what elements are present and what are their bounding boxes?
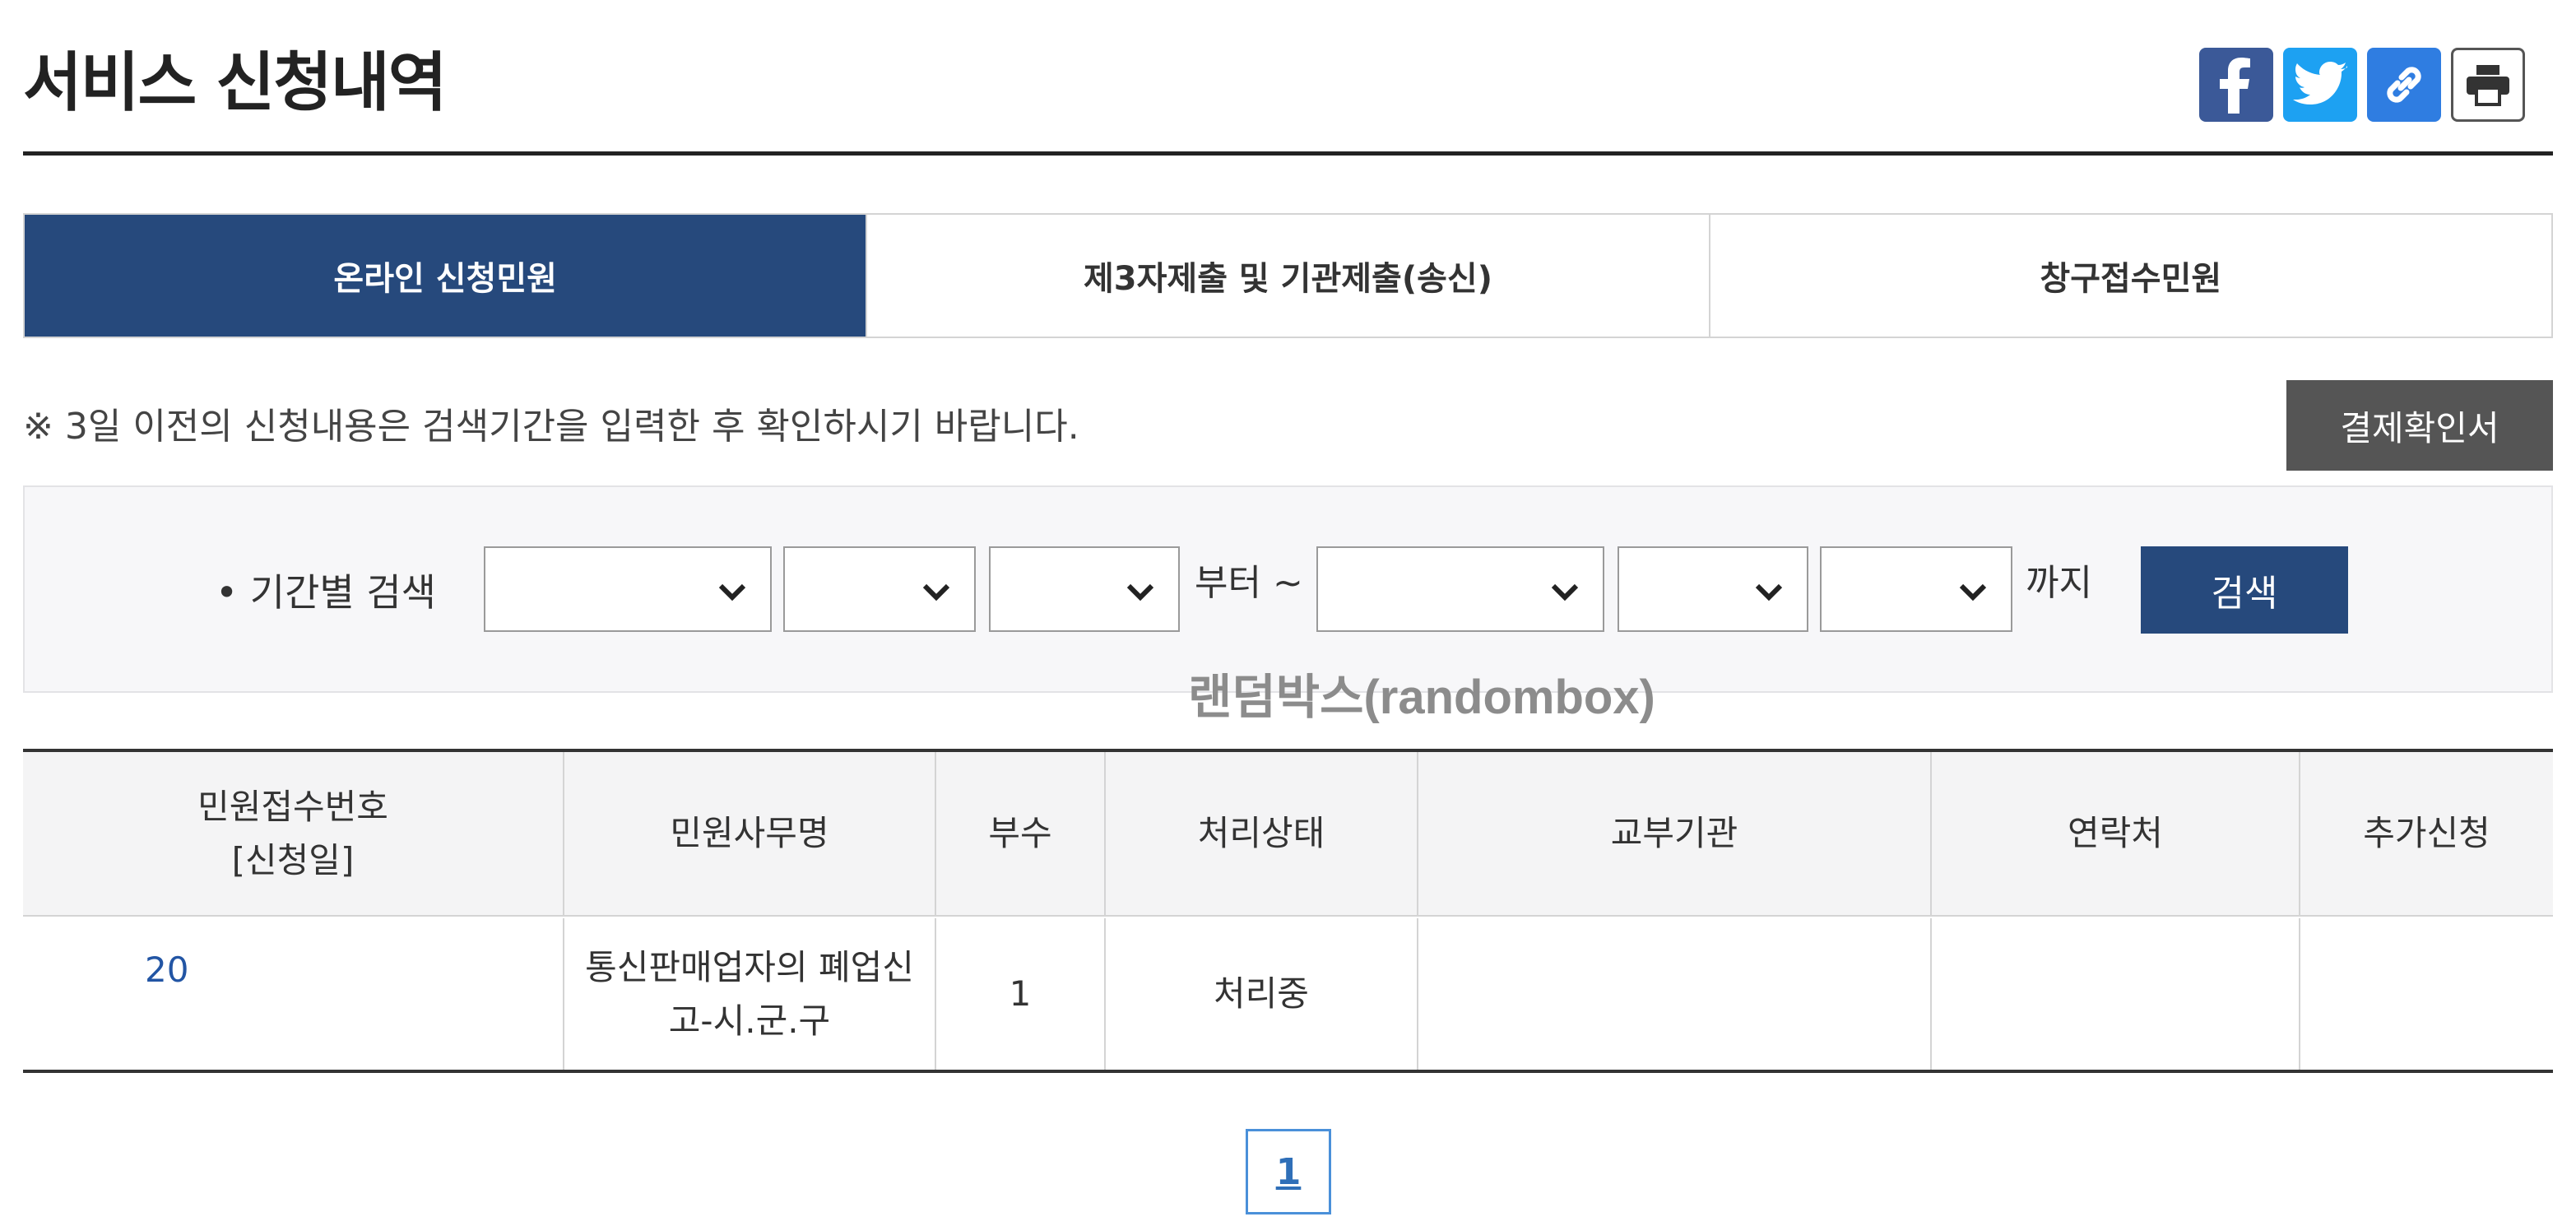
col-header-copies: 부수 — [935, 752, 1104, 915]
receipt-number-link[interactable]: 20 — [23, 918, 563, 1070]
to-label: 까지 — [2026, 562, 2092, 604]
chevron-down-icon — [922, 583, 950, 601]
col-header-issuing-agency: 교부기관 — [1417, 752, 1930, 915]
chevron-down-icon — [1551, 583, 1579, 601]
end-day-select[interactable] — [1820, 546, 2012, 632]
watermark-text: 랜덤박스(randombox) — [1188, 671, 1655, 724]
pagination-page-1[interactable]: 1 — [1246, 1129, 1331, 1214]
chevron-down-icon — [1755, 583, 1783, 601]
chevron-down-icon — [1126, 583, 1154, 601]
table-header-row: 민원접수번호 [신청일] 민원사무명 부수 처리상태 교부기관 연락처 추가신청 — [23, 752, 2553, 917]
application-table: 민원접수번호 [신청일] 민원사무명 부수 처리상태 교부기관 연락처 추가신청… — [23, 749, 2553, 1073]
col-header-contact: 연락처 — [1930, 752, 2299, 915]
link-icon[interactable] — [2367, 48, 2441, 122]
issuing-agency-cell — [1417, 918, 1930, 1070]
col-header-receipt-no: 민원접수번호 [신청일] — [197, 786, 388, 880]
chevron-down-icon — [1959, 583, 1987, 601]
col-header-additional-request: 추가신청 — [2299, 752, 2553, 915]
share-bar — [2199, 48, 2525, 122]
copies-cell: 1 — [935, 918, 1104, 1070]
start-month-select[interactable] — [783, 546, 976, 632]
from-label: 부터 ~ — [1195, 562, 1303, 604]
tab-bar: 온라인 신청민원 제3자제출 및 기관제출(송신) 창구접수민원 — [23, 213, 2553, 338]
tab-online-applications[interactable]: 온라인 신청민원 — [25, 215, 866, 337]
print-icon[interactable] — [2451, 48, 2525, 122]
end-year-select[interactable] — [1316, 546, 1604, 632]
start-year-select[interactable] — [484, 546, 772, 632]
period-search-label: • 기간별 검색 — [216, 570, 436, 615]
contact-cell — [1930, 918, 2299, 1070]
notice-text: ※ 3일 이전의 신청내용은 검색기간을 입력한 후 확인하시기 바랍니다. — [23, 406, 1079, 448]
table-row: 20 통신판매업자의 폐업신 고-시.군.구 1 처리중 — [23, 918, 2553, 1070]
payment-receipt-button[interactable]: 결제확인서 — [2286, 380, 2553, 471]
status-cell: 처리중 — [1104, 918, 1417, 1070]
col-header-service-name: 민원사무명 — [563, 752, 935, 915]
col-header-status: 처리상태 — [1104, 752, 1417, 915]
start-day-select[interactable] — [989, 546, 1180, 632]
search-button[interactable]: 검색 — [2141, 546, 2348, 634]
tab-third-party-submission[interactable]: 제3자제출 및 기관제출(송신) — [866, 215, 1709, 337]
end-month-select[interactable] — [1618, 546, 1808, 632]
tab-counter-applications[interactable]: 창구접수민원 — [1708, 215, 2551, 337]
facebook-icon[interactable] — [2199, 48, 2273, 122]
twitter-icon[interactable] — [2283, 48, 2357, 122]
title-divider — [23, 151, 2553, 156]
chevron-down-icon — [718, 583, 746, 601]
additional-request-cell — [2299, 918, 2553, 1070]
service-name-cell: 통신판매업자의 폐업신 고-시.군.구 — [563, 918, 935, 1070]
page-title: 서비스 신청내역 — [23, 46, 447, 120]
